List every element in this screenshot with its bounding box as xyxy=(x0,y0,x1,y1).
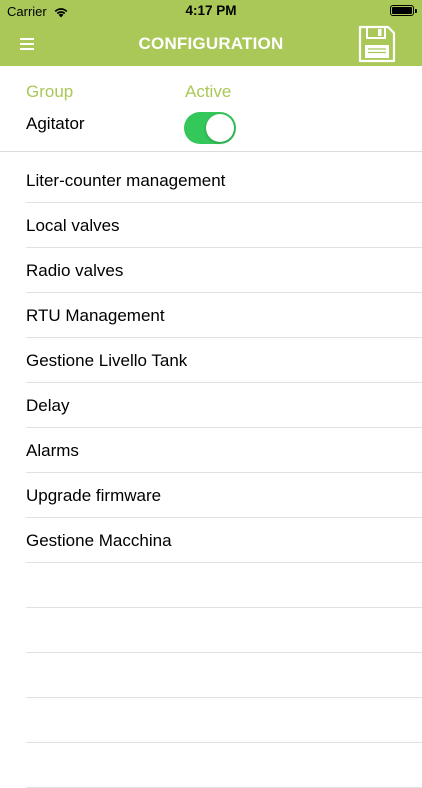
group-column-label: Group xyxy=(26,82,74,101)
list-item-rtu-management[interactable]: RTU Management xyxy=(26,293,422,338)
list-item-label: Gestione Macchina xyxy=(26,531,172,550)
list-item-label: Alarms xyxy=(26,441,79,460)
list-item-gestione-livello-tank[interactable]: Gestione Livello Tank xyxy=(26,338,422,383)
navigation-bar: CONFIGURATION xyxy=(0,22,422,66)
empty-row xyxy=(26,653,422,698)
list-item-delay[interactable]: Delay xyxy=(26,383,422,428)
list-item-label: Liter-counter management xyxy=(26,171,226,190)
list-item-local-valves[interactable]: Local valves xyxy=(26,203,422,248)
group-header-row: Group Active Agitator xyxy=(0,66,422,152)
list-item-label: RTU Management xyxy=(26,306,165,325)
list-item-label: Radio valves xyxy=(26,261,124,280)
active-toggle[interactable] xyxy=(184,112,236,144)
list-item-label: Upgrade firmware xyxy=(26,486,162,505)
floppy-disk-save-icon[interactable] xyxy=(357,24,397,64)
list-item-label: Delay xyxy=(26,396,70,415)
list-item-label: Local valves xyxy=(26,216,120,235)
status-bar: Carrier 4:17 PM xyxy=(0,0,422,22)
configuration-menu-list: Liter-counter management Local valves Ra… xyxy=(0,158,422,788)
list-item-radio-valves[interactable]: Radio valves xyxy=(26,248,422,293)
list-item-upgrade-firmware[interactable]: Upgrade firmware xyxy=(26,473,422,518)
empty-row xyxy=(26,563,422,608)
battery-icon xyxy=(390,5,417,16)
list-item-gestione-macchina[interactable]: Gestione Macchina xyxy=(26,518,422,563)
group-name: Agitator xyxy=(26,114,85,133)
empty-row xyxy=(26,698,422,743)
active-column-label: Active xyxy=(185,82,232,101)
empty-row xyxy=(26,608,422,653)
toggle-knob xyxy=(206,114,234,142)
list-item-liter-counter-management[interactable]: Liter-counter management xyxy=(26,158,422,203)
list-item-label: Gestione Livello Tank xyxy=(26,351,188,370)
list-item-alarms[interactable]: Alarms xyxy=(26,428,422,473)
clock: 4:17 PM xyxy=(185,3,237,18)
